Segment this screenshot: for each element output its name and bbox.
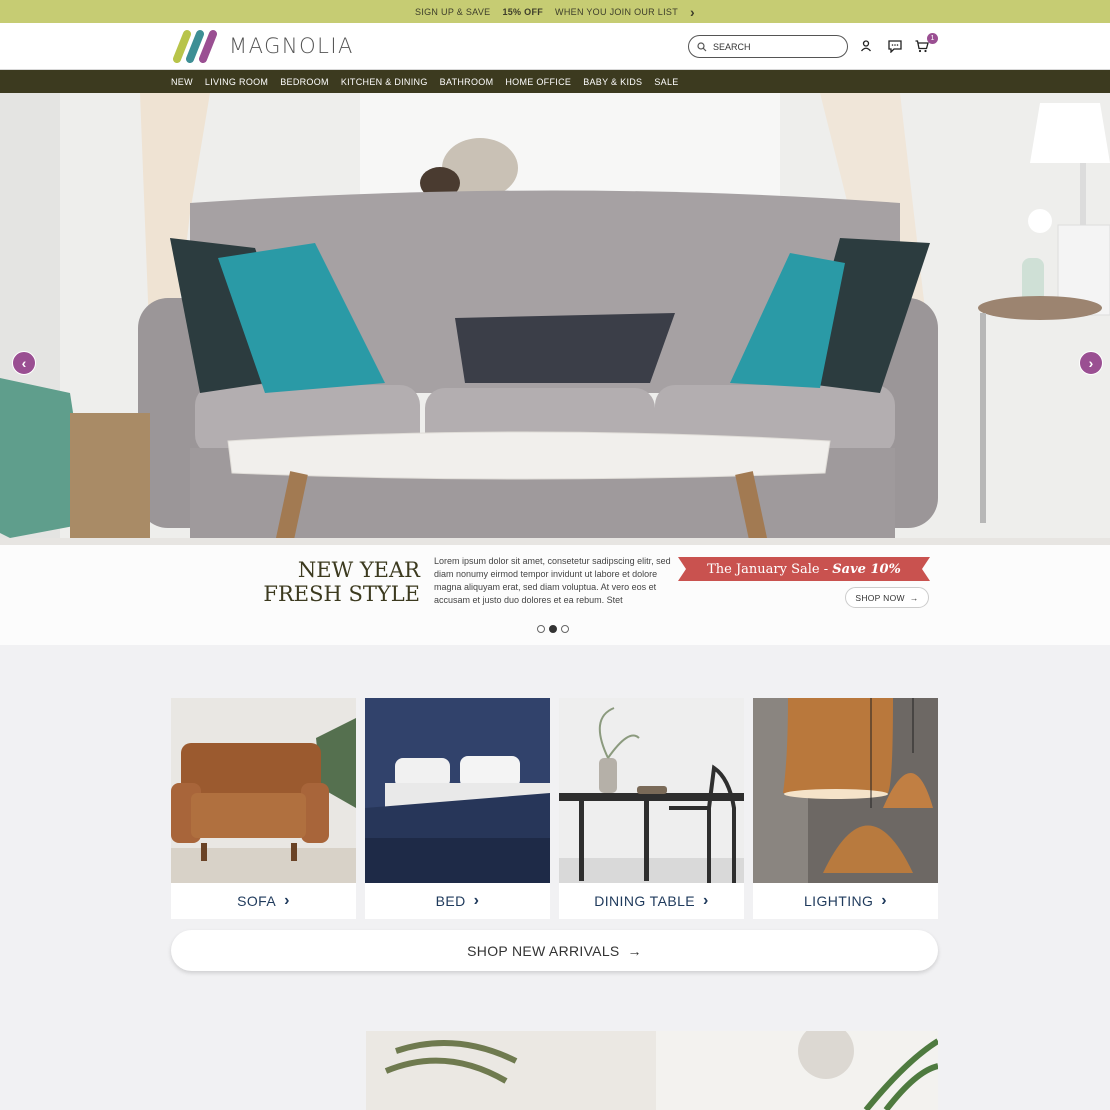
hero-title-line1: NEW YEAR (297, 558, 420, 582)
sale-banner-text: The January Sale - Save 10% (678, 557, 930, 581)
site-header: MAGNOLIA 1 (0, 23, 1110, 70)
chevron-left-icon: ‹ (21, 355, 27, 371)
brand-name: MAGNOLIA (229, 34, 354, 58)
category-label-bed: BED › (365, 883, 550, 919)
category-name: LIGHTING (803, 893, 874, 909)
category-card-sofa[interactable]: SOFA › (171, 698, 356, 919)
carousel-dot[interactable] (561, 625, 569, 633)
arrow-right-icon: → (627, 942, 642, 959)
chevron-right-icon: › (703, 892, 709, 909)
nav-item-bedroom[interactable]: BEDROOM (280, 77, 329, 87)
cart-icon[interactable]: 1 (914, 33, 938, 54)
promo-text-join: WHEN YOU JOIN OUR LIST (555, 6, 678, 17)
shop-now-button[interactable]: SHOP NOW → (845, 587, 929, 608)
sofa-image (171, 698, 356, 883)
search-input[interactable] (713, 41, 833, 52)
lighting-image (753, 698, 938, 883)
chat-icon[interactable] (887, 38, 903, 54)
category-grid: SOFA › BED › DINING TABLE › LIGHTING › (171, 698, 938, 919)
logo-mark-icon (173, 30, 217, 63)
arrow-right-icon: → (909, 592, 919, 603)
category-card-dining-table[interactable]: DINING TABLE › (559, 698, 744, 919)
nav-item-new[interactable]: NEW (171, 77, 193, 87)
category-card-bed[interactable]: BED › (365, 698, 550, 919)
hero-caption-panel: NEW YEAR FRESH STYLE Lorem ipsum dolor s… (0, 545, 1110, 645)
nav-item-home-office[interactable]: HOME OFFICE (505, 77, 571, 87)
category-name: SOFA (237, 893, 277, 909)
chevron-right-icon: › (881, 892, 888, 909)
nav-item-baby-kids[interactable]: BABY & KIDS (583, 77, 642, 87)
nav-item-bathroom[interactable]: BATHROOM (440, 77, 494, 87)
sale-text-emphasis: Save 10% (832, 561, 901, 577)
chevron-right-icon: › (473, 892, 480, 909)
nav-item-living-room[interactable]: LIVING ROOM (205, 77, 268, 87)
category-name: BED (435, 893, 466, 909)
logo[interactable]: MAGNOLIA (171, 29, 354, 63)
account-icon[interactable] (858, 38, 874, 54)
shop-new-arrivals-button[interactable]: SHOP NEW ARRIVALS → (171, 930, 938, 971)
category-card-lighting[interactable]: LIGHTING › (753, 698, 938, 919)
shop-now-label: SHOP NOW (855, 592, 905, 603)
shop-new-arrivals-label: SHOP NEW ARRIVALS (467, 942, 620, 959)
carousel-dot[interactable] (537, 625, 545, 633)
carousel-dot-active[interactable] (549, 625, 557, 633)
chevron-right-icon[interactable]: › (690, 5, 695, 19)
promo-text-signup: SIGN UP & SAVE (415, 6, 491, 17)
hero-title-line2: FRESH STYLE (263, 582, 420, 606)
category-name: DINING TABLE (594, 893, 695, 909)
promo-image-plants (366, 1031, 938, 1110)
cart-count-badge: 1 (927, 33, 938, 44)
sale-text-prefix: The January Sale - (707, 561, 833, 577)
promo-text-discount: 15% OFF (502, 6, 544, 17)
category-label-sofa: SOFA › (171, 883, 356, 919)
nav-item-sale[interactable]: SALE (654, 77, 678, 87)
carousel-dots (537, 625, 569, 633)
bed-image (365, 698, 550, 883)
nav-item-kitchen-dining[interactable]: KITCHEN & DINING (341, 77, 428, 87)
search-box[interactable] (688, 35, 848, 58)
carousel-next-button[interactable]: › (1079, 351, 1103, 375)
sale-banner[interactable]: The January Sale - Save 10% (678, 557, 930, 581)
hero-carousel: ‹ › NEW YEAR FRESH STYLE Lorem ipsum dol… (0, 93, 1110, 645)
promo-bar[interactable]: SIGN UP & SAVE 15% OFF WHEN YOU JOIN OUR… (0, 0, 1110, 23)
chevron-right-icon: › (284, 892, 290, 909)
category-label-lighting: LIGHTING › (753, 883, 938, 919)
hero-description: Lorem ipsum dolor sit amet, consetetur s… (434, 556, 671, 605)
main-nav: NEW LIVING ROOM BEDROOM KITCHEN & DINING… (0, 70, 1110, 93)
carousel-prev-button[interactable]: ‹ (12, 351, 36, 375)
hero-title: NEW YEAR FRESH STYLE (260, 558, 420, 606)
category-label-dining-table: DINING TABLE › (559, 883, 744, 919)
search-icon (697, 41, 707, 51)
chevron-right-icon: › (1088, 355, 1094, 371)
dining-table-image (559, 698, 744, 883)
